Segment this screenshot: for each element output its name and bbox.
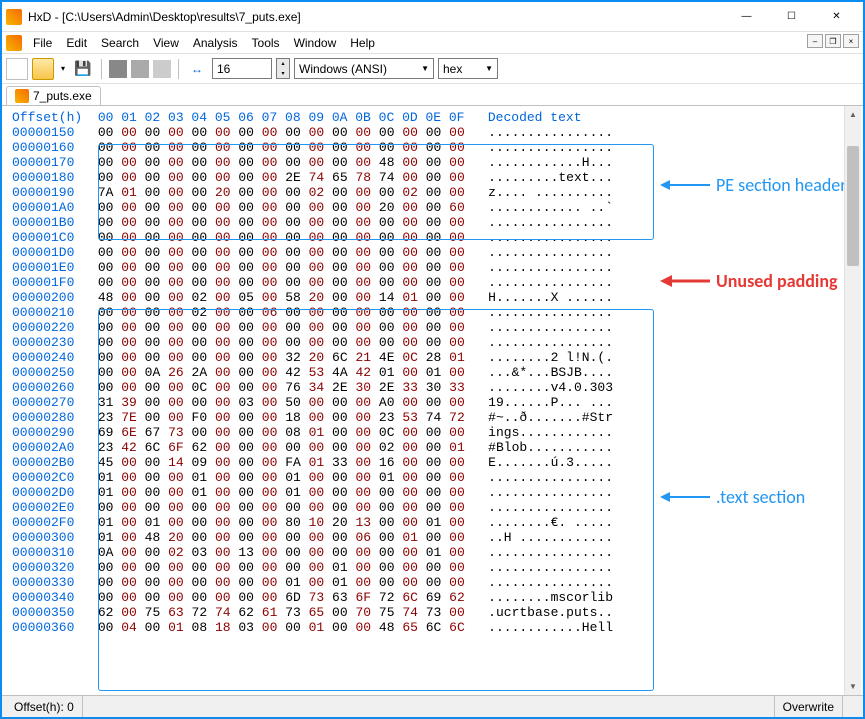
scroll-up-arrow[interactable]: ▲	[845, 106, 861, 123]
maximize-button[interactable]: ☐	[769, 3, 814, 31]
menubar: File Edit Search View Analysis Tools Win…	[2, 32, 863, 54]
statusbar: Offset(h): 0 Overwrite	[2, 695, 863, 717]
bytes-spin-buttons[interactable]: ▴▾	[276, 58, 290, 79]
titlebar: HxD - [C:\Users\Admin\Desktop\results\7_…	[2, 2, 863, 32]
document-tab[interactable]: 7_puts.exe	[6, 86, 101, 105]
toolbar: ▾ 💾 ↔ 16 ▴▾ Windows (ANSI) ▼ hex ▼	[2, 54, 863, 84]
close-button[interactable]: ✕	[814, 3, 859, 31]
document-tabbar: 7_puts.exe	[2, 84, 863, 106]
window-title: HxD - [C:\Users\Admin\Desktop\results\7_…	[28, 10, 724, 24]
status-offset: Offset(h): 0	[6, 696, 83, 717]
scroll-down-arrow[interactable]: ▼	[845, 678, 861, 695]
mdi-restore[interactable]: ❐	[825, 34, 841, 48]
vertical-scrollbar[interactable]: ▲ ▼	[844, 106, 861, 695]
encoding-combo[interactable]: Windows (ANSI) ▼	[294, 58, 434, 79]
tool-button-1[interactable]	[109, 60, 127, 78]
tab-label: 7_puts.exe	[33, 89, 92, 103]
base-value: hex	[443, 62, 462, 76]
file-icon	[15, 89, 29, 103]
bytes-per-row-input[interactable]: 16	[212, 58, 272, 79]
mdi-minimize[interactable]: –	[807, 34, 823, 48]
scroll-thumb[interactable]	[847, 146, 859, 266]
tool-button-3[interactable]	[153, 60, 171, 78]
dropdown-arrow-icon[interactable]: ▾	[58, 58, 68, 80]
menu-file[interactable]: File	[26, 33, 59, 53]
chevron-down-icon: ▼	[421, 64, 429, 73]
tool-button-2[interactable]	[131, 60, 149, 78]
mdi-close[interactable]: ×	[843, 34, 859, 48]
encoding-value: Windows (ANSI)	[299, 62, 387, 76]
chevron-down-icon: ▼	[485, 64, 493, 73]
menu-search[interactable]: Search	[94, 33, 146, 53]
save-button[interactable]: 💾	[72, 58, 94, 80]
window-buttons: — ☐ ✕	[724, 3, 859, 31]
menu-help[interactable]: Help	[343, 33, 382, 53]
menu-tools[interactable]: Tools	[245, 33, 287, 53]
menu-window[interactable]: Window	[287, 33, 344, 53]
bytes-per-row-value: 16	[217, 62, 267, 76]
new-file-button[interactable]	[6, 58, 28, 80]
status-mode: Overwrite	[774, 696, 843, 717]
toolbar-separator	[178, 59, 179, 79]
columns-icon[interactable]: ↔	[186, 58, 208, 80]
base-combo[interactable]: hex ▼	[438, 58, 498, 79]
open-file-button[interactable]	[32, 58, 54, 80]
hex-editor-view[interactable]: Offset(h) 00 01 02 03 04 05 06 07 08 09 …	[2, 106, 863, 670]
menu-edit[interactable]: Edit	[59, 33, 94, 53]
toolbar-separator	[101, 59, 102, 79]
mdi-buttons: – ❐ ×	[807, 34, 859, 48]
menu-view[interactable]: View	[146, 33, 186, 53]
minimize-button[interactable]: —	[724, 3, 769, 31]
app-icon	[6, 9, 22, 25]
app-menu-icon	[6, 35, 22, 51]
menu-analysis[interactable]: Analysis	[186, 33, 245, 53]
